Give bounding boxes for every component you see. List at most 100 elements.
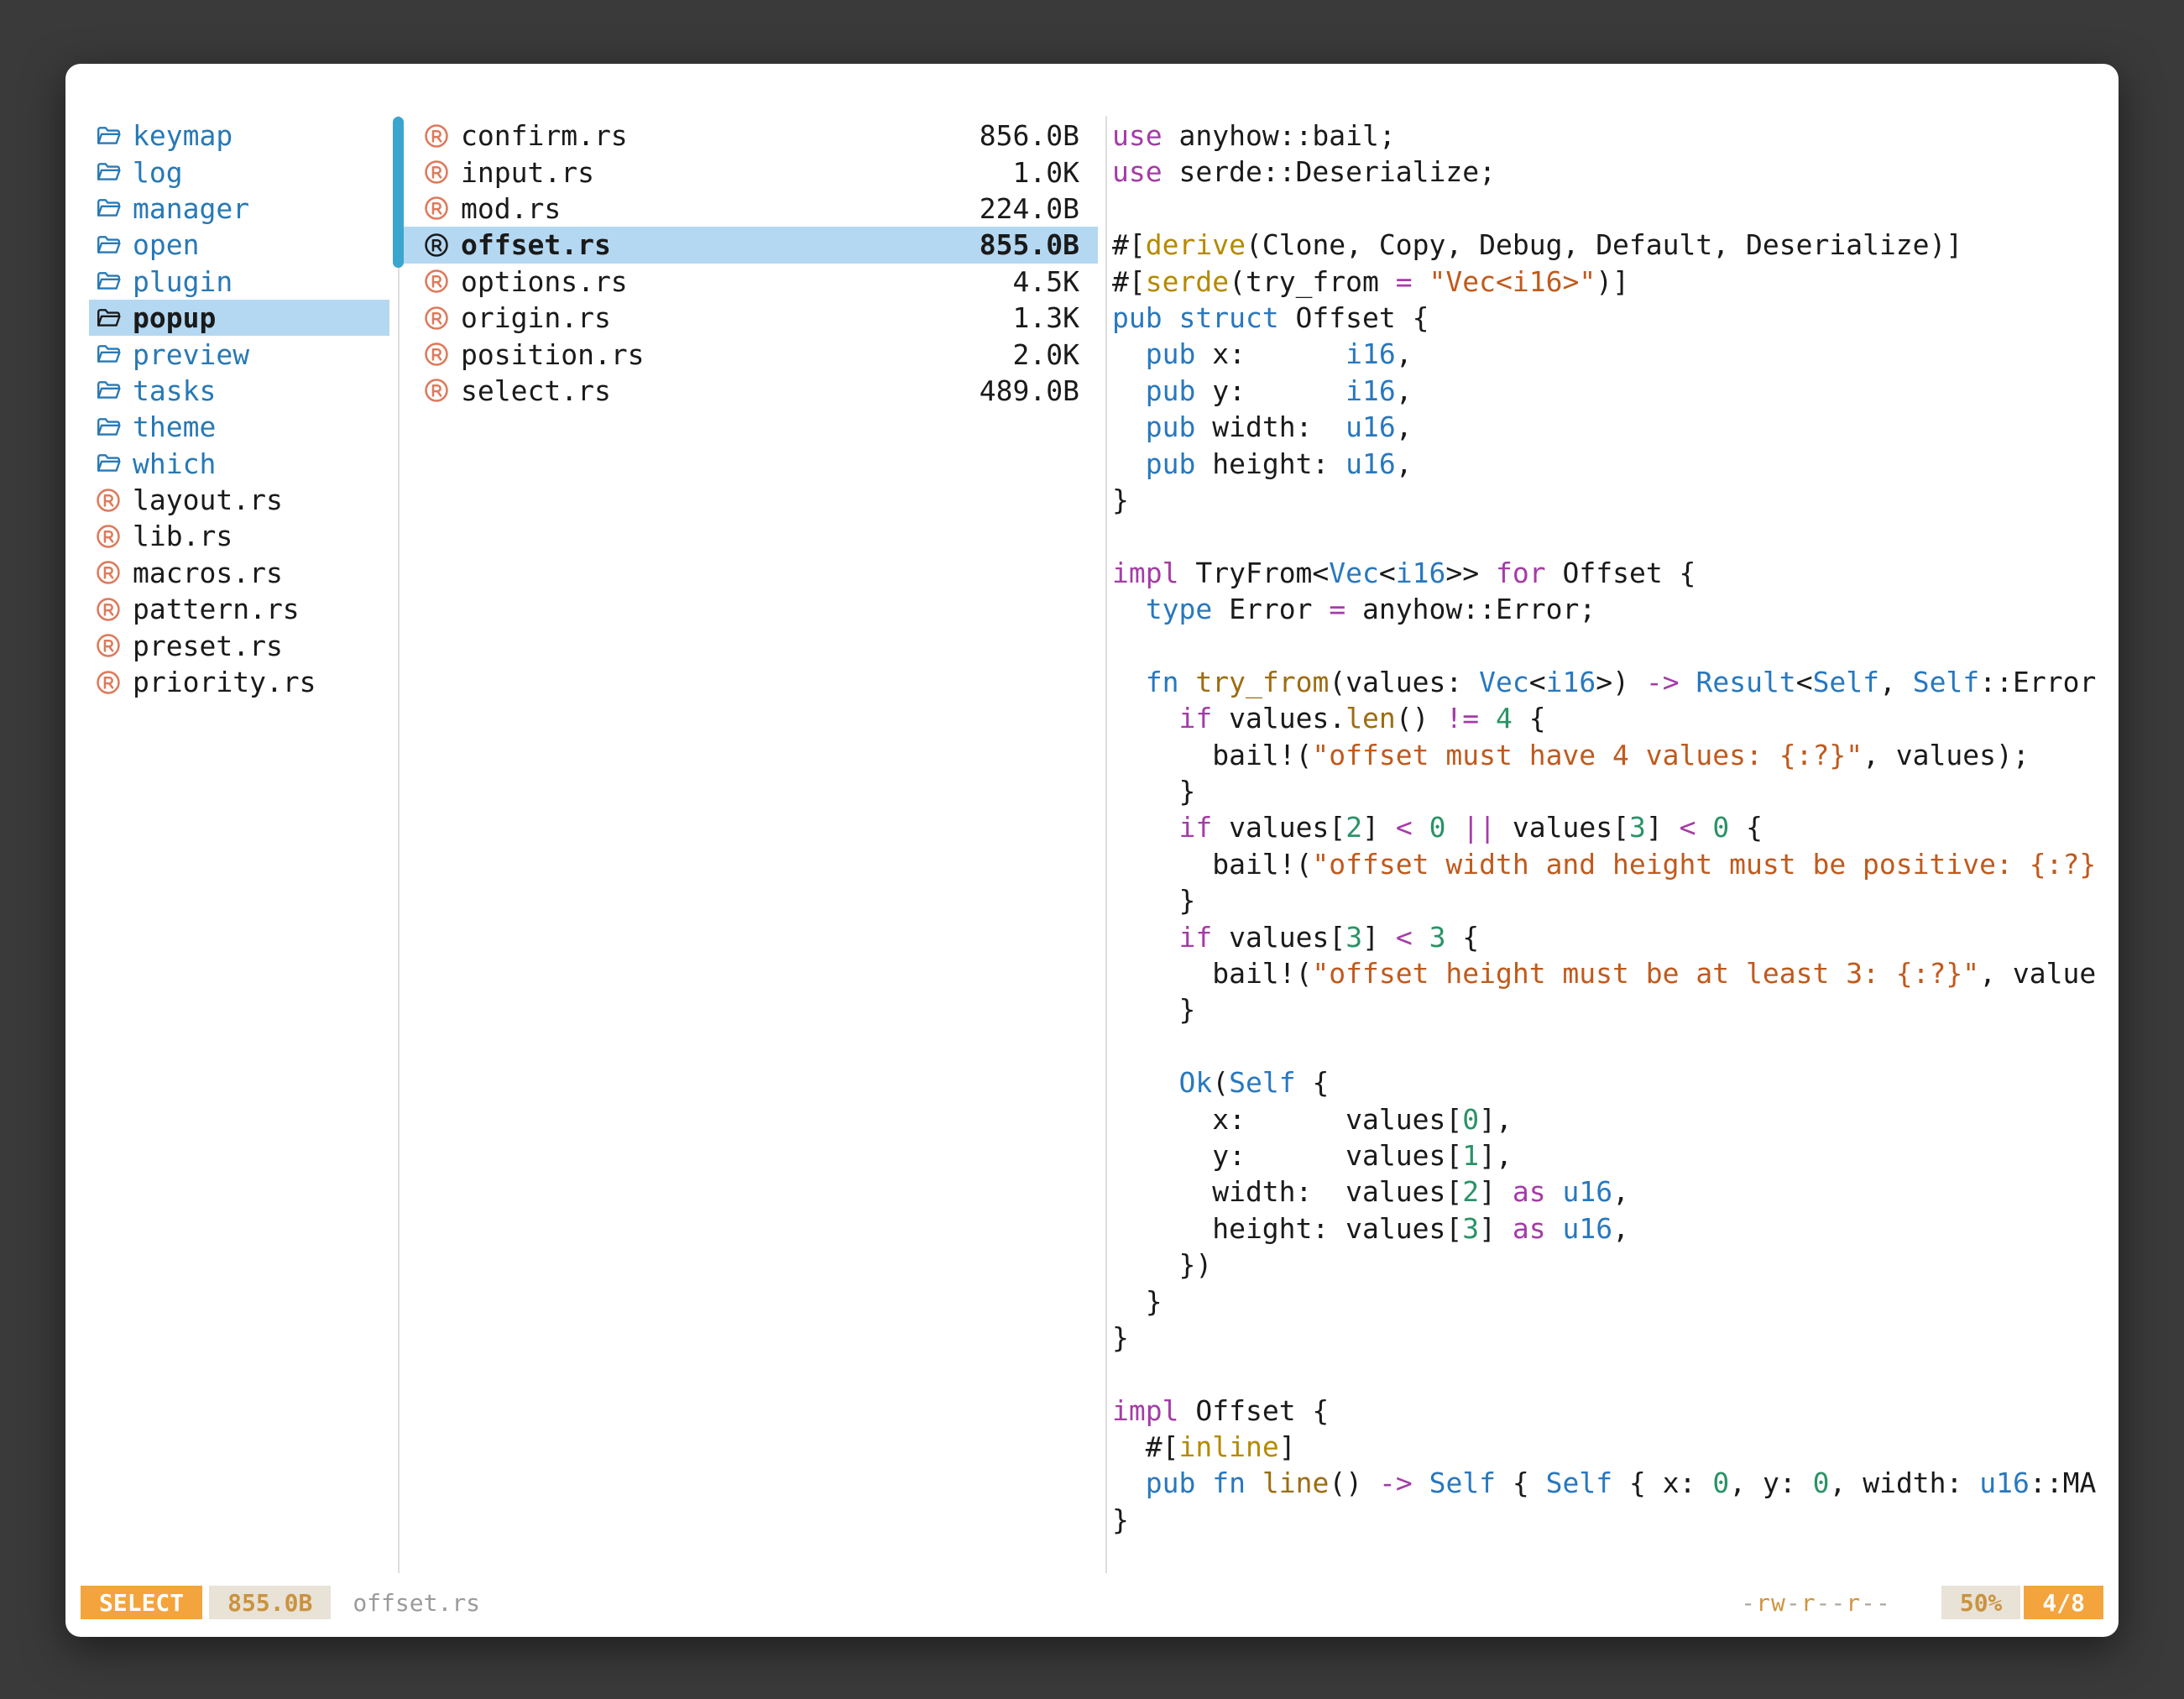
code-token: || — [1462, 811, 1496, 844]
sidebar-item-which[interactable]: which — [89, 446, 389, 482]
code-token: { x: — [1612, 1466, 1712, 1499]
code-token: -> — [1379, 1466, 1413, 1499]
item-label: tasks — [133, 374, 216, 407]
code-token: (Clone, Copy, Debug, Default, Deserializ… — [1246, 228, 1962, 261]
code-token: ], — [1479, 1139, 1513, 1172]
sidebar-item-plugin[interactable]: plugin — [89, 264, 389, 300]
code-token: >) — [1596, 666, 1646, 698]
code-line: }) — [1112, 1247, 2113, 1283]
permission-segment: - — [1786, 1589, 1801, 1617]
sidebar-item-priority-rs[interactable]: priority.rs — [89, 664, 389, 700]
sidebar-item-open[interactable]: open — [89, 227, 389, 263]
sidebar-item-theme[interactable]: theme — [89, 409, 389, 445]
code-token: y: — [1195, 374, 1345, 407]
code-line: fn try_from(values: Vec<i16>) -> Result<… — [1112, 664, 2113, 700]
code-token: Error — [1212, 593, 1329, 625]
code-token: use — [1112, 119, 1163, 152]
code-token: 0 — [1429, 811, 1446, 844]
sidebar-item-preset-rs[interactable]: preset.rs — [89, 627, 389, 663]
code-token: , y: — [1729, 1466, 1812, 1499]
code-token: x: — [1195, 337, 1345, 370]
code-token — [1246, 1466, 1262, 1499]
file-row-input-rs[interactable]: input.rs1.0K — [399, 154, 1098, 190]
code-token: try_from — [1195, 666, 1329, 698]
code-line: use anyhow::bail; — [1112, 118, 2113, 154]
code-token: 0 — [1712, 811, 1729, 844]
sidebar-item-preview[interactable]: preview — [89, 336, 389, 372]
code-line: } — [1112, 1283, 2113, 1320]
file-name: mod.rs — [461, 192, 561, 225]
file-row-mod-rs[interactable]: mod.rs224.0B — [399, 191, 1098, 227]
code-token: , — [1396, 337, 1413, 370]
sidebar-item-layout-rs[interactable]: layout.rs — [89, 482, 389, 518]
folder-open-icon — [94, 413, 123, 442]
code-token — [1413, 921, 1429, 954]
code-token — [1445, 811, 1462, 844]
file-row-position-rs[interactable]: position.rs2.0K — [399, 336, 1098, 372]
code-token: } — [1112, 1285, 1163, 1318]
file-size: 855.0B — [980, 228, 1079, 261]
sidebar-item-log[interactable]: log — [89, 154, 389, 190]
code-token: 4 — [1496, 702, 1513, 734]
code-token: } — [1112, 993, 1195, 1026]
sidebar-item-pattern-rs[interactable]: pattern.rs — [89, 591, 389, 627]
folder-open-icon — [94, 304, 123, 332]
code-token — [1112, 1466, 1146, 1499]
code-token: )] — [1596, 265, 1629, 298]
file-name: options.rs — [461, 265, 628, 298]
file-size: 1.3K — [1013, 301, 1079, 334]
code-token: ], — [1479, 1103, 1513, 1136]
file-name: position.rs — [461, 338, 645, 371]
code-token: as — [1513, 1175, 1546, 1208]
code-token: ] — [1646, 811, 1680, 844]
sidebar-item-popup[interactable]: popup — [89, 300, 389, 336]
code-token: u16 — [1345, 410, 1396, 443]
file-row-options-rs[interactable]: options.rs4.5K — [399, 264, 1098, 300]
item-label: manager — [133, 192, 249, 225]
sidebar-item-manager[interactable]: manager — [89, 191, 389, 227]
code-token: i16 — [1546, 666, 1596, 698]
file-row-confirm-rs[interactable]: confirm.rs856.0B — [399, 118, 1098, 154]
code-token: 0 — [1813, 1466, 1830, 1499]
code-token: pub — [1146, 337, 1196, 370]
sidebar-item-keymap[interactable]: keymap — [89, 118, 389, 154]
code-token — [1112, 337, 1146, 370]
code-line: height: values[3] as u16, — [1112, 1210, 2113, 1247]
file-list: confirm.rs856.0Binput.rs1.0Kmod.rs224.0B… — [399, 118, 1098, 409]
item-label: open — [133, 228, 199, 261]
item-label: layout.rs — [133, 484, 283, 516]
permissions: -rw-r--r-- — [1741, 1589, 1891, 1617]
code-token: impl — [1112, 1394, 1178, 1427]
code-token: derive — [1146, 228, 1246, 261]
code-token: anyhow::bail; — [1163, 119, 1396, 152]
code-token: { — [1296, 1066, 1330, 1099]
code-line: if values.len() != 4 { — [1112, 700, 2113, 736]
code-token: != — [1445, 702, 1479, 734]
file-name: confirm.rs — [461, 119, 628, 152]
code-token: = — [1396, 265, 1413, 298]
code-token: 3 — [1345, 921, 1362, 954]
file-row-origin-rs[interactable]: origin.rs1.3K — [399, 300, 1098, 336]
sidebar-item-lib-rs[interactable]: lib.rs — [89, 518, 389, 554]
rust-file-icon — [94, 595, 123, 624]
file-row-select-rs[interactable]: select.rs489.0B — [399, 373, 1098, 409]
folder-open-icon — [94, 267, 123, 295]
file-size: 1.0K — [1013, 156, 1079, 189]
item-label: which — [133, 447, 216, 480]
code-line: pub x: i16, — [1112, 336, 2113, 372]
sidebar-item-macros-rs[interactable]: macros.rs — [89, 555, 389, 591]
code-token: ] — [1362, 811, 1396, 844]
code-line: } — [1112, 991, 2113, 1027]
code-token: i16 — [1345, 337, 1396, 370]
rust-file-icon — [94, 668, 123, 697]
code-token: fn — [1212, 1466, 1246, 1499]
code-token — [1112, 921, 1178, 954]
sidebar-item-tasks[interactable]: tasks — [89, 373, 389, 409]
code-token — [1413, 265, 1429, 298]
code-token: = — [1329, 593, 1345, 625]
rust-file-icon — [94, 558, 123, 587]
code-token: Vec — [1329, 557, 1379, 589]
code-line: impl Offset { — [1112, 1393, 2113, 1429]
code-token: height: — [1195, 447, 1345, 480]
file-row-offset-rs[interactable]: offset.rs855.0B — [399, 227, 1098, 263]
